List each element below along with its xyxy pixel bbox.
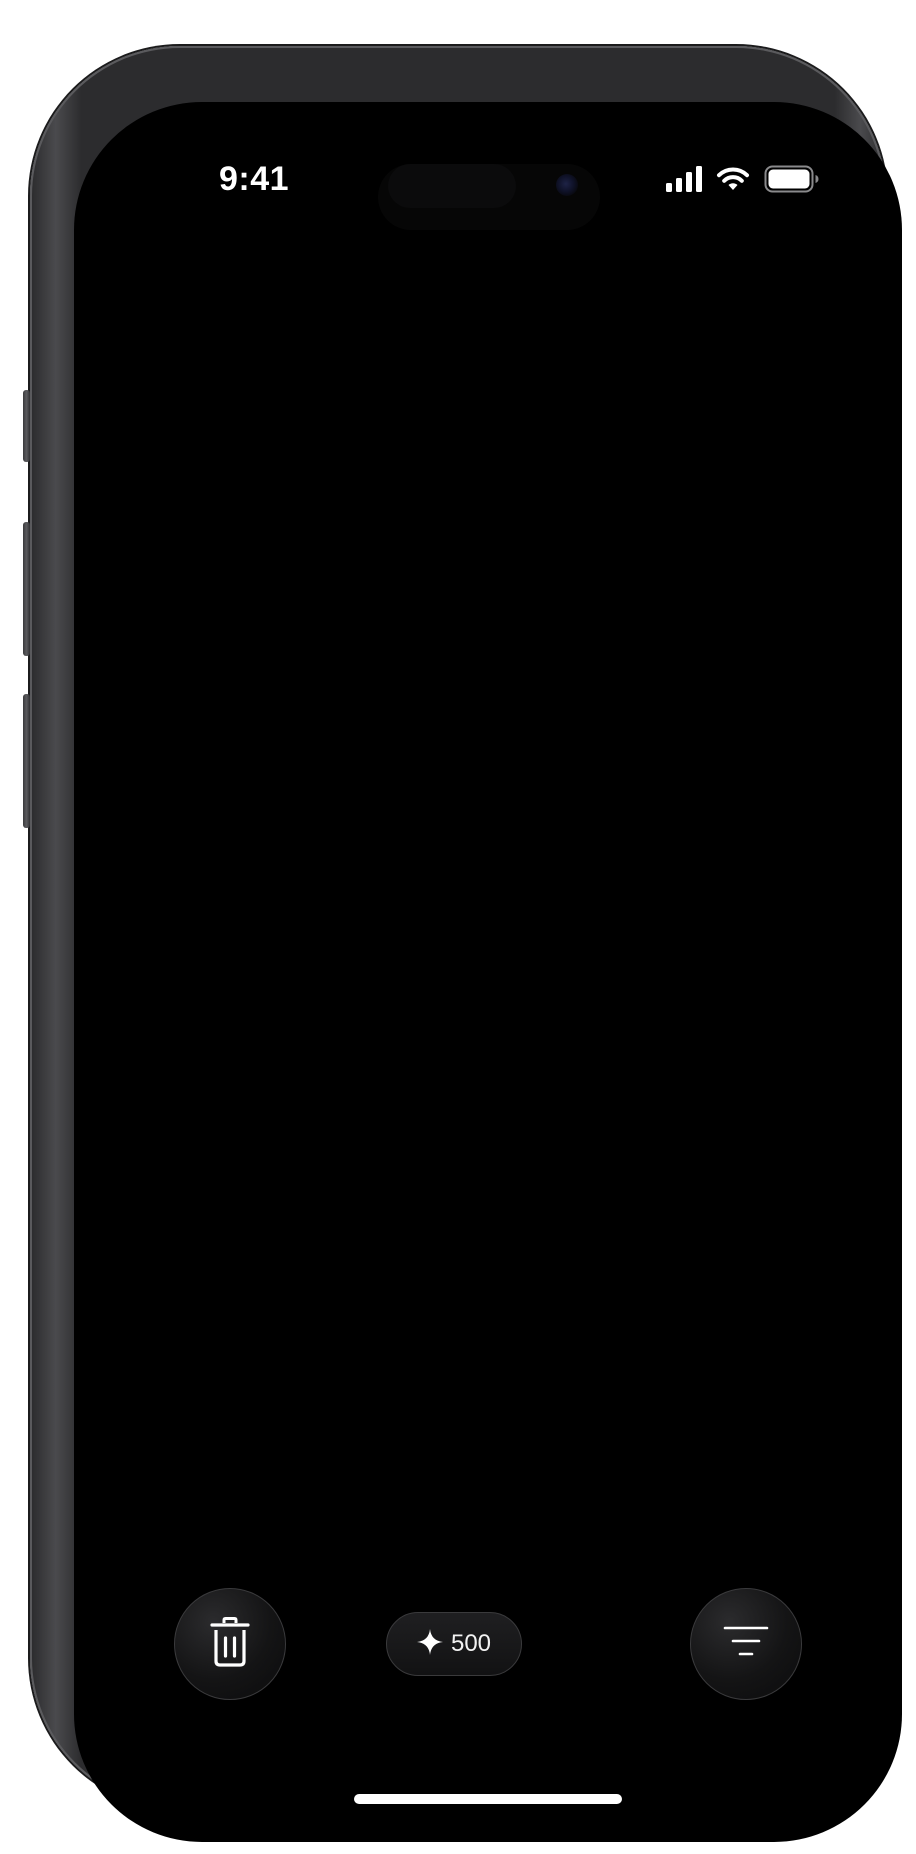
- status-time: 9:41: [218, 160, 290, 198]
- filter-icon: [722, 1622, 770, 1667]
- volume-up-button: [23, 522, 30, 656]
- trash-icon: [208, 1616, 252, 1672]
- wifi-icon: [716, 166, 750, 197]
- credits-count: 500: [450, 1630, 492, 1657]
- dynamic-island: [378, 164, 600, 230]
- cellular-signal-icon: [666, 165, 702, 197]
- sparkle-icon: [416, 1628, 443, 1660]
- home-indicator[interactable]: [354, 1794, 622, 1804]
- island-sensor: [388, 164, 516, 208]
- volume-down-button: [23, 694, 30, 828]
- screen: 9:41 500: [74, 102, 902, 1842]
- delete-button[interactable]: [174, 1588, 286, 1700]
- credits-button[interactable]: 500: [386, 1612, 522, 1676]
- action-button: [23, 390, 30, 462]
- status-icons: [666, 165, 820, 198]
- filter-button[interactable]: [690, 1588, 802, 1700]
- front-camera: [556, 174, 578, 196]
- battery-icon: [764, 165, 820, 198]
- phone-frame: 9:41 500: [23, 46, 902, 1842]
